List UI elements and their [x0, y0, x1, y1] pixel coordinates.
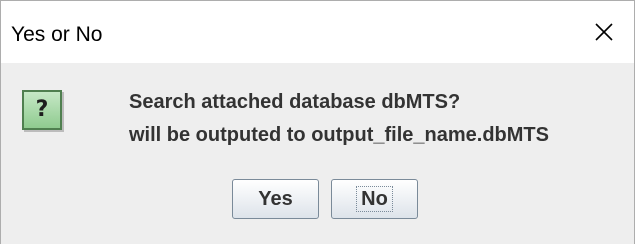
- close-button[interactable]: [574, 1, 634, 63]
- yes-no-dialog: Yes or No ? Search attached database dbM…: [0, 0, 635, 244]
- close-icon: [594, 22, 614, 42]
- yes-button-label: Yes: [258, 187, 293, 210]
- message-line-1: Search attached database dbMTS?: [129, 91, 461, 113]
- question-glyph: ?: [35, 97, 49, 122]
- window-title: Yes or No: [11, 23, 103, 46]
- yes-button[interactable]: Yes: [232, 179, 319, 219]
- no-button-label: No: [356, 186, 393, 212]
- message-line-2: will be outputed to output_file_name.dbM…: [129, 124, 549, 146]
- title-bar[interactable]: Yes or No: [1, 1, 634, 63]
- no-button[interactable]: No: [331, 179, 418, 219]
- dialog-content: ? Search attached database dbMTS? will b…: [1, 63, 634, 244]
- question-icon: ?: [22, 90, 62, 130]
